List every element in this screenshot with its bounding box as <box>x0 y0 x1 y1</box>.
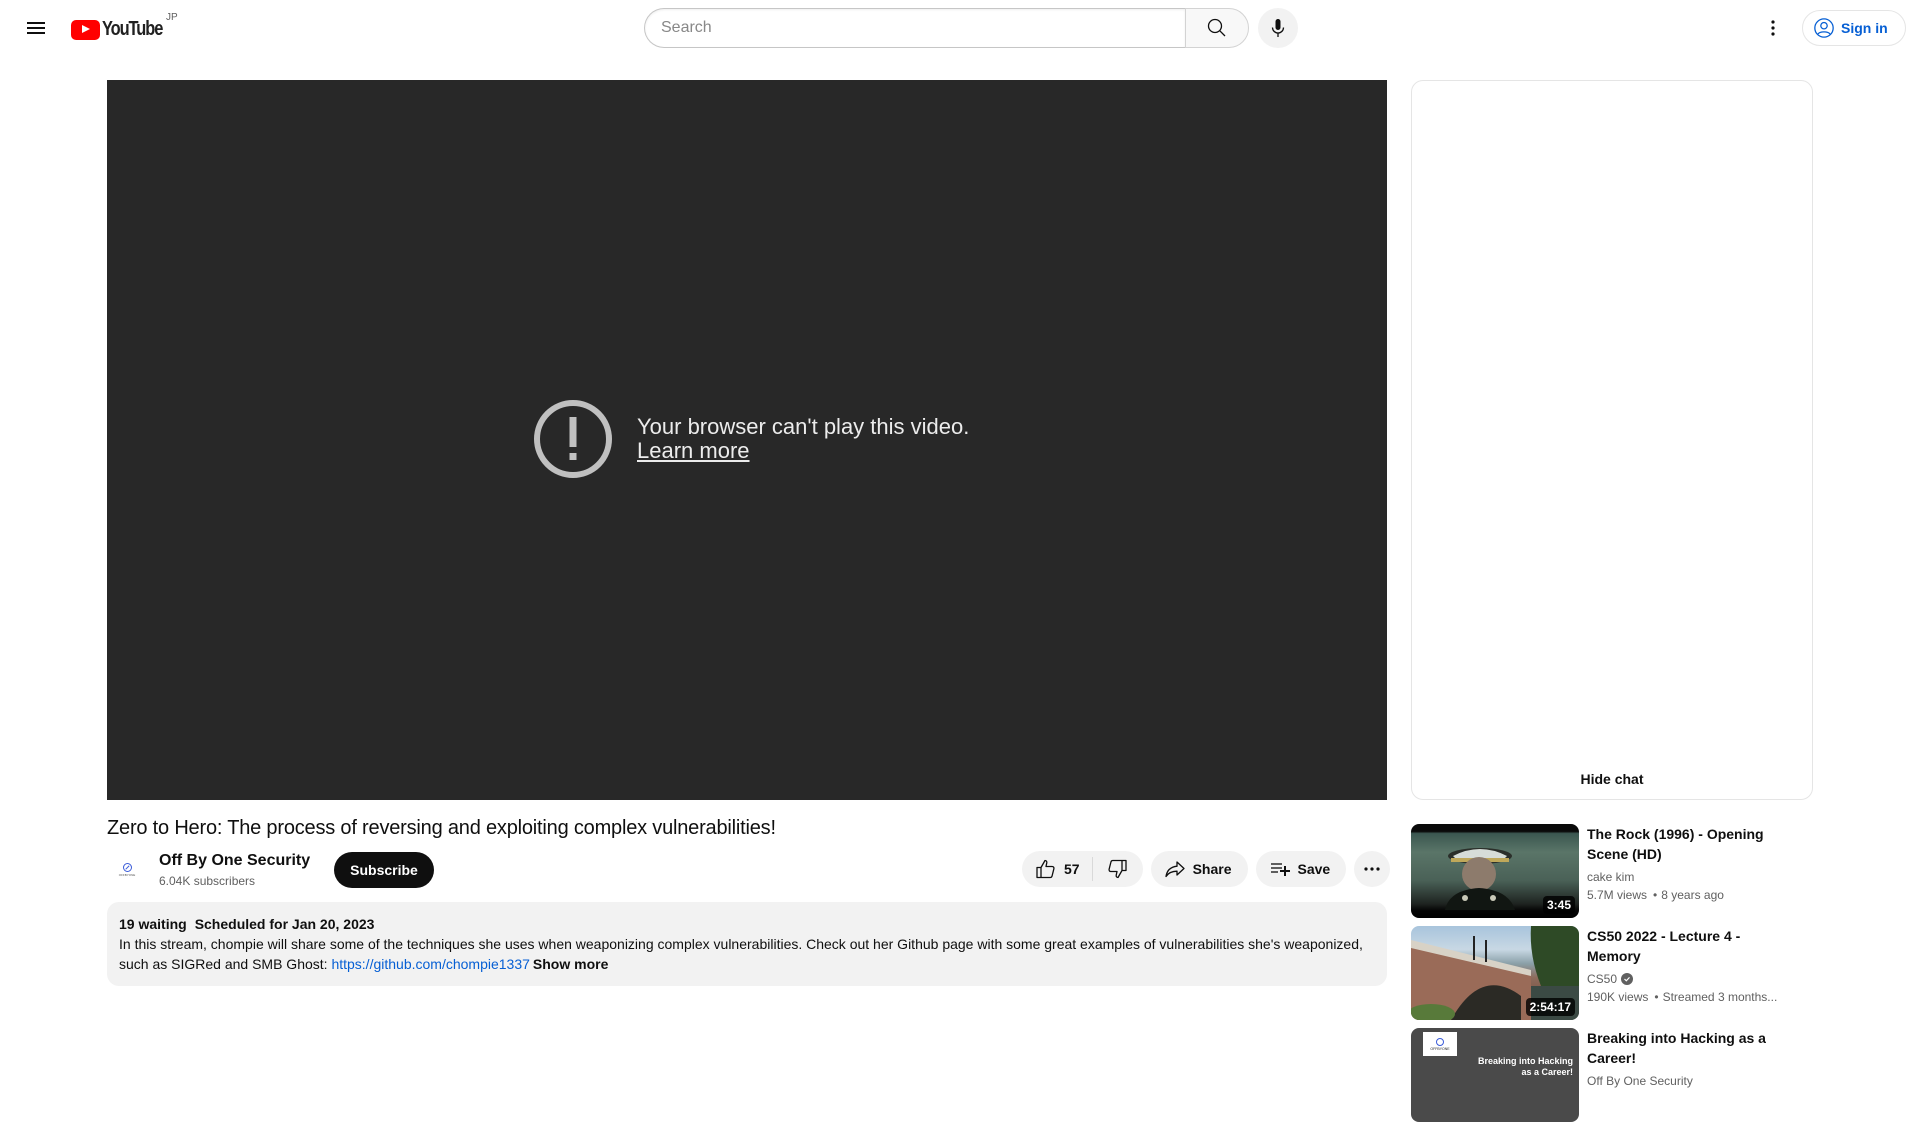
thumbnail-figure <box>1445 848 1515 910</box>
thumbnail-channel-logo: OFFBYONE <box>1423 1032 1457 1056</box>
sign-in-label: Sign in <box>1841 20 1888 36</box>
settings-menu-button[interactable] <box>1753 8 1793 48</box>
error-exclamation-icon <box>534 400 612 478</box>
video-duration: 3:45 <box>1542 896 1575 914</box>
youtube-logo[interactable]: YouTube <box>71 18 175 41</box>
verified-badge-icon <box>1621 973 1634 985</box>
recommendations-list: 3:45 The Rock (1996) - Opening Scene (HD… <box>1411 824 1813 1130</box>
waiting-count: 19 waiting <box>119 916 187 932</box>
dislike-button[interactable] <box>1093 851 1143 887</box>
scheduled-date: Scheduled for Jan 20, 2023 <box>194 916 375 932</box>
error-message: Your browser can't play this video. <box>637 414 970 439</box>
video-thumbnail[interactable]: 2:54:17 <box>1411 926 1579 1020</box>
video-thumbnail[interactable]: 3:45 <box>1411 824 1579 918</box>
video-player[interactable]: Your browser can't play this video. Lear… <box>107 80 1387 800</box>
live-chat-panel: Hide chat <box>1411 80 1813 800</box>
hamburger-icon <box>27 22 45 34</box>
like-dislike-group: 57 <box>1022 851 1143 887</box>
playback-error: Your browser can't play this video. Lear… <box>533 399 969 479</box>
more-horiz-icon <box>1364 867 1380 871</box>
guide-menu-button[interactable] <box>16 8 56 48</box>
more-vert-icon <box>1771 20 1775 36</box>
video-duration: 2:54:17 <box>1525 998 1575 1016</box>
search-button[interactable] <box>1185 8 1249 48</box>
country-code: JP <box>166 12 178 23</box>
share-icon <box>1164 861 1185 878</box>
github-link[interactable]: https://github.com/chompie1337 <box>331 956 529 972</box>
more-actions-button[interactable] <box>1354 851 1391 887</box>
channel-avatar-text: OFFBYONE <box>118 873 136 877</box>
like-button[interactable]: 57 <box>1022 851 1092 887</box>
video-title: Zero to Hero: The process of reversing a… <box>107 817 776 839</box>
recommendation-channel: CS50 <box>1587 972 1618 986</box>
channel-name[interactable]: Off By One Security <box>159 850 310 872</box>
save-label: Save <box>1297 861 1331 877</box>
recommendation-item[interactable]: 2:54:17 CS50 2022 - Lecture 4 - Memory C… <box>1411 926 1813 1020</box>
thumbnail-title-text: Breaking into Hacking as a Career! <box>1477 1056 1573 1077</box>
video-thumbnail[interactable]: OFFBYONE Breaking into Hacking as a Care… <box>1411 1028 1579 1122</box>
description-box[interactable]: 19 waiting Scheduled for Jan 20, 2023 In … <box>107 902 1387 986</box>
subscribe-button[interactable]: Subscribe <box>334 852 434 888</box>
recommendation-views: 190K views <box>1587 990 1649 1004</box>
voice-search-button[interactable] <box>1258 8 1298 48</box>
recommendation-title: CS50 2022 - Lecture 4 - Memory <box>1587 928 1741 964</box>
save-button[interactable]: Save <box>1255 851 1347 887</box>
recommendation-channel: cake kim <box>1587 870 1635 884</box>
share-label: Share <box>1192 861 1232 877</box>
recommendation-item[interactable]: OFFBYONE Breaking into Hacking as a Care… <box>1411 1028 1813 1122</box>
like-count: 57 <box>1064 861 1080 877</box>
channel-logo-icon <box>122 863 132 872</box>
share-button[interactable]: Share <box>1150 851 1248 887</box>
recommendation-title: Breaking into Hacking as a Career! <box>1587 1030 1766 1066</box>
subscriber-count: 6.04K subscribers <box>159 874 256 888</box>
recommendation-item[interactable]: 3:45 The Rock (1996) - Opening Scene (HD… <box>1411 824 1813 918</box>
thumbnail-logo-text: OFFBYONE <box>1430 1046 1450 1051</box>
recommendation-age: Streamed 3 months... <box>1648 990 1777 1004</box>
thumbs-up-icon <box>1036 859 1055 879</box>
masthead: YouTube JP Sign in <box>0 0 1920 56</box>
recommendation-channel: Off By One Security <box>1587 1074 1693 1088</box>
microphone-icon <box>1271 19 1285 37</box>
channel-avatar[interactable]: OFFBYONE <box>107 850 147 890</box>
learn-more-link[interactable]: Learn more <box>637 439 969 463</box>
description-body: In this stream, chompie will share some … <box>119 936 1363 972</box>
recommendation-age: 8 years ago <box>1647 888 1724 902</box>
search-input[interactable] <box>661 19 1185 37</box>
recommendation-views: 5.7M views <box>1587 888 1648 902</box>
channel-owner-row: OFFBYONE Off By One Security 6.04K subsc… <box>107 850 434 890</box>
hide-chat-button[interactable]: Hide chat <box>1412 759 1812 799</box>
logo-text: YouTube <box>102 18 163 40</box>
search-icon <box>1207 18 1226 37</box>
description-meta: 19 waiting Scheduled for Jan 20, 2023 <box>119 914 1375 934</box>
sign-in-button[interactable]: Sign in <box>1802 10 1906 46</box>
playlist-add-icon <box>1270 863 1290 876</box>
recommendation-title: The Rock (1996) - Opening Scene (HD) <box>1587 826 1764 862</box>
youtube-play-icon <box>71 19 100 40</box>
account-icon <box>1814 18 1834 38</box>
search-box <box>644 8 1185 48</box>
video-actions: 57 Share Save <box>1022 851 1391 887</box>
description-text: In this stream, chompie will share some … <box>119 934 1375 974</box>
thumbs-down-icon <box>1107 859 1127 879</box>
channel-logo-icon <box>1436 1037 1444 1046</box>
show-more-button[interactable]: Show more <box>533 956 608 972</box>
